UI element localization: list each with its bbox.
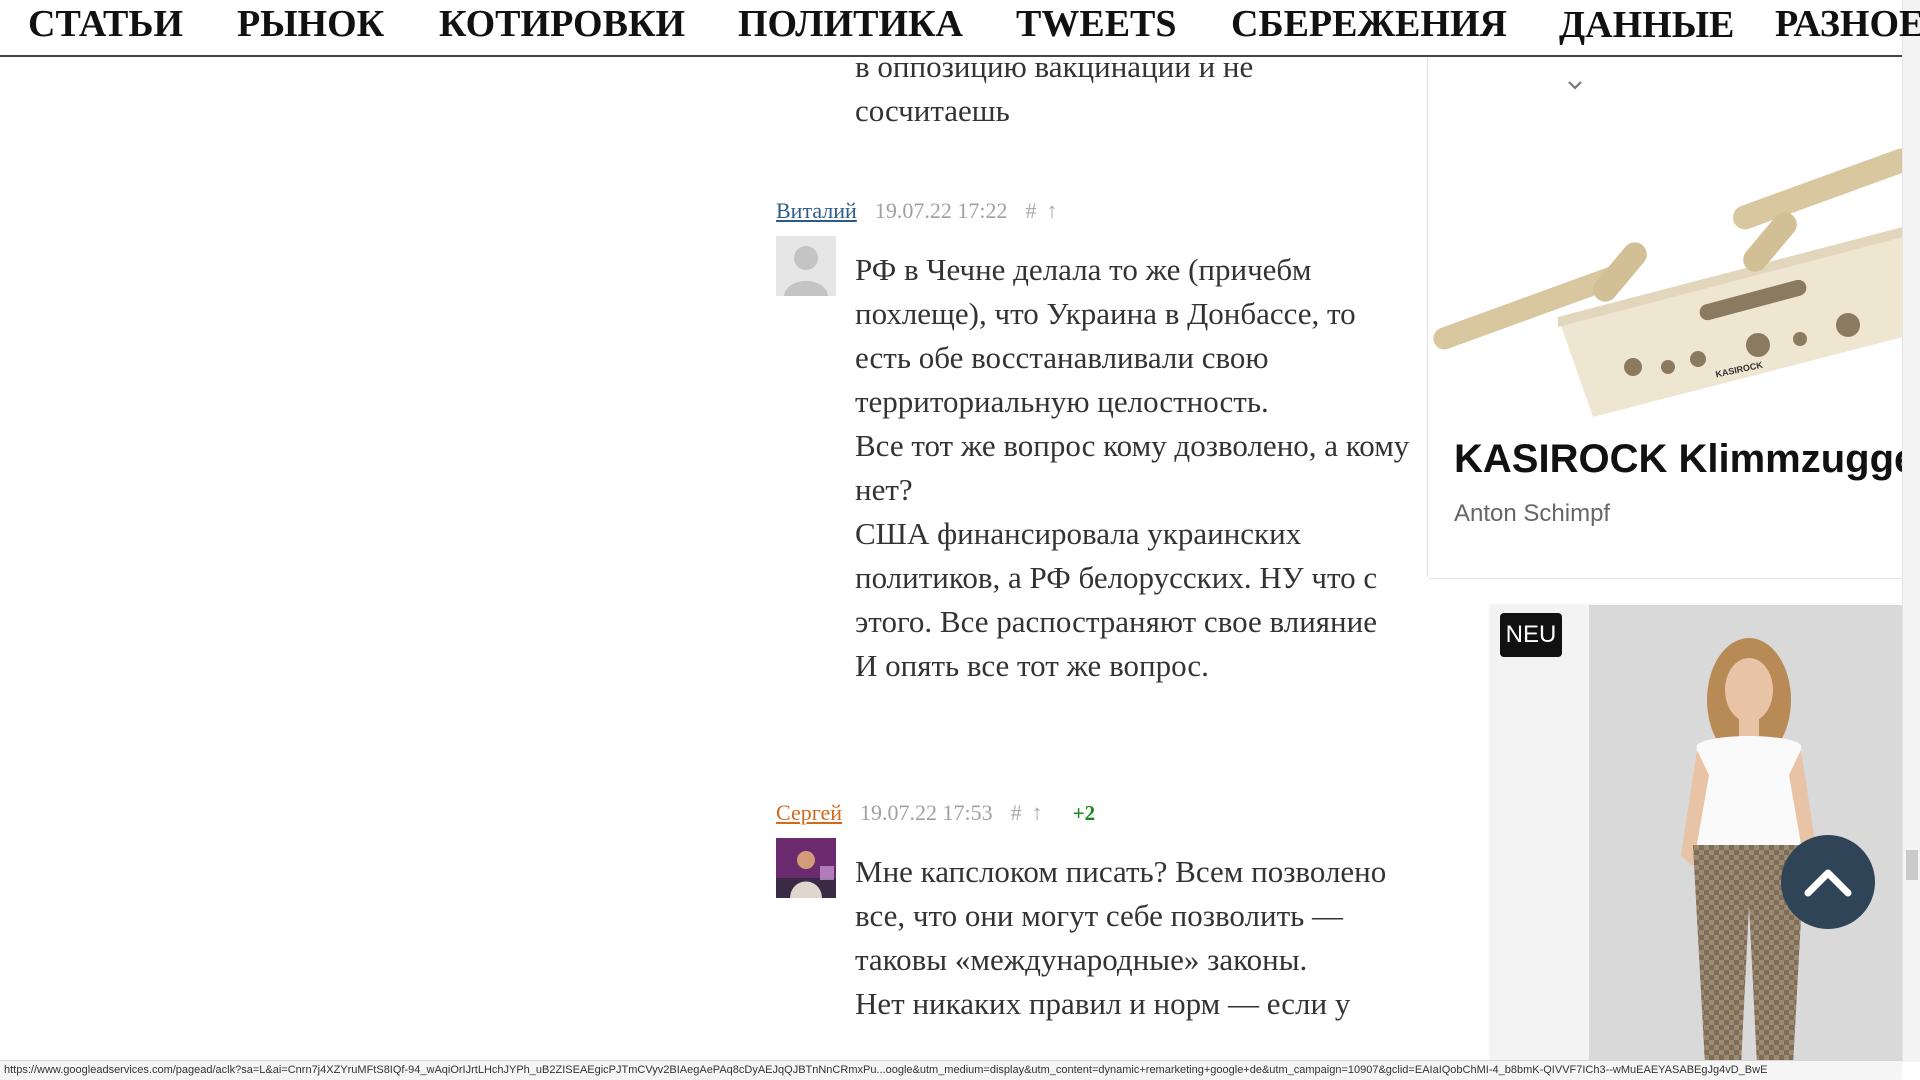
ad-model-image bbox=[1589, 605, 1902, 1065]
comment-paragraph: Нет никаких правил и норм — если у bbox=[855, 986, 1351, 1021]
chevron-up-icon bbox=[1804, 869, 1852, 897]
default-avatar bbox=[776, 236, 836, 296]
comment-item: Сергей 19.07.22 17:53 # ↑ +2 Мне капслок… bbox=[776, 793, 1416, 1060]
comment-date: 19.07.22 17:22 bbox=[874, 198, 1008, 223]
comment-meta: Сергей 19.07.22 17:53 # ↑ +2 bbox=[776, 793, 1416, 833]
nav-item-articles[interactable]: СТАТЬИ bbox=[28, 0, 183, 48]
nav-item-market[interactable]: РЫНОК bbox=[237, 0, 384, 48]
comment-paragraph: И опять все тот же вопрос. bbox=[855, 648, 1209, 683]
ad-title[interactable]: KASIROCK Klimmzugger bbox=[1454, 437, 1903, 482]
comment-body: РФ в Чечне делала то же (причебм похлеще… bbox=[855, 248, 1415, 688]
comment-author-link[interactable]: Виталий bbox=[776, 198, 857, 224]
comment-permalink[interactable]: # bbox=[1025, 198, 1036, 224]
nav-item-data[interactable]: ДАННЫЕ bbox=[1559, 0, 1734, 103]
ad-product-image: KASIROCK bbox=[1428, 117, 1903, 417]
arrow-up-icon[interactable]: ↑ bbox=[1046, 198, 1057, 224]
comment-date: 19.07.22 17:53 bbox=[859, 800, 993, 825]
top-navigation: СТАТЬИ РЫНОК КОТИРОВКИ ПОЛИТИКА TWEETS С… bbox=[0, 0, 1920, 90]
arrow-up-icon[interactable]: ↑ bbox=[1032, 800, 1043, 826]
scrollbar-thumb[interactable] bbox=[1906, 850, 1918, 880]
comment-meta: Виталий 19.07.22 17:22 # ↑ bbox=[776, 191, 1416, 231]
comment-body: Мне капслоком писать? Всем позволено все… bbox=[855, 850, 1415, 1026]
ad-card-product[interactable]: KASIROCK KASIROCK Klimmzugger Anton Schi… bbox=[1428, 57, 1903, 579]
nav-item-tweets[interactable]: TWEETS bbox=[1016, 0, 1177, 48]
scroll-to-top-button[interactable] bbox=[1781, 835, 1875, 929]
new-badge: NEU bbox=[1500, 613, 1562, 657]
nav-item-politics[interactable]: ПОЛИТИКА bbox=[738, 0, 963, 48]
comment-permalink[interactable]: # bbox=[1011, 800, 1022, 826]
previous-comment-text: в оппозицию вакцинации и не сосчитаешь bbox=[855, 45, 1415, 133]
ad-card-fashion[interactable]: NEU bbox=[1492, 605, 1902, 1065]
comment-author-link[interactable]: Сергей bbox=[776, 800, 842, 826]
comment-paragraph: Все тот же вопрос кому дозволено, а кому… bbox=[855, 428, 1410, 507]
comment-rating: +2 bbox=[1072, 800, 1096, 825]
comment-paragraph: США финансировала украинских политиков, … bbox=[855, 516, 1378, 639]
status-bar-url: https://www.googleadservices.com/pagead/… bbox=[0, 1060, 1902, 1080]
comment-paragraph: РФ в Чечне делала то же (причебм похлеще… bbox=[855, 252, 1356, 419]
page-scrollbar[interactable] bbox=[1902, 0, 1920, 1062]
nav-item-data-label: ДАННЫЕ bbox=[1559, 4, 1735, 46]
nav-item-quotes[interactable]: КОТИРОВКИ bbox=[439, 0, 685, 48]
chevron-down-icon bbox=[1567, 53, 1583, 103]
comment-paragraph: Мне капслоком писать? Всем позволено все… bbox=[855, 854, 1387, 977]
nav-item-savings[interactable]: СБЕРЕЖЕНИЯ bbox=[1231, 0, 1507, 48]
nav-item-misc[interactable]: РАЗНОЕ bbox=[1775, 0, 1920, 48]
comment-item: Виталий 19.07.22 17:22 # ↑ РФ в Чечне де… bbox=[776, 191, 1416, 683]
ad-source: Anton Schimpf bbox=[1454, 500, 1611, 527]
user-avatar bbox=[776, 838, 836, 898]
previous-comment-line: сосчитаешь bbox=[855, 93, 1010, 128]
